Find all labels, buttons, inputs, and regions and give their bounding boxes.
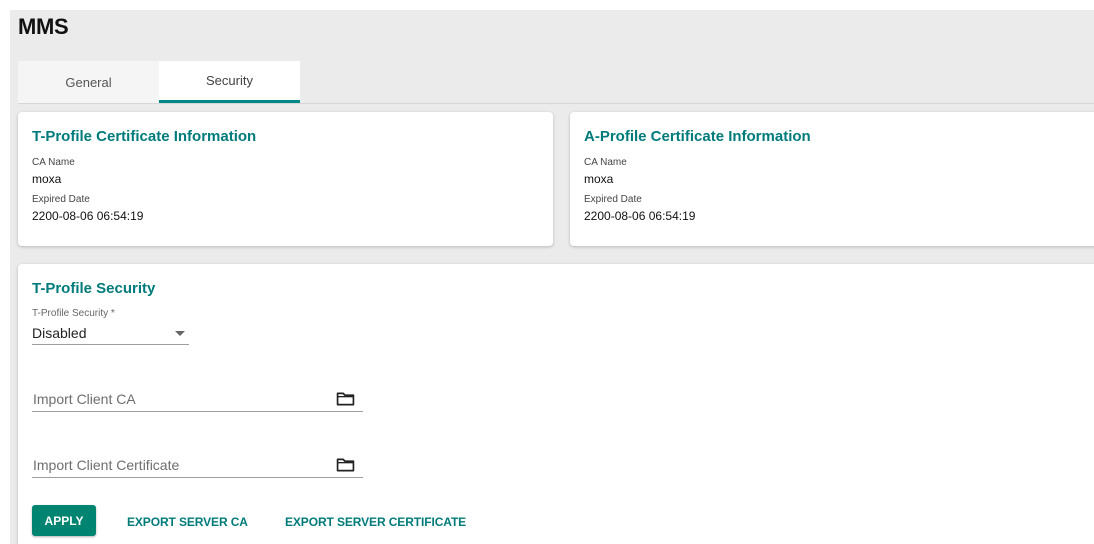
t-profile-ca-name-value: moxa — [32, 172, 62, 186]
export-server-certificate-button[interactable]: EXPORT SERVER CERTIFICATE — [285, 515, 466, 529]
t-profile-ca-name-label: CA Name — [32, 157, 75, 168]
tab-general[interactable]: General — [18, 61, 159, 103]
t-profile-security-title: T-Profile Security — [32, 280, 156, 297]
tab-security[interactable]: Security — [159, 61, 300, 103]
t-profile-expired-label: Expired Date — [32, 194, 90, 205]
t-profile-security-field-label: T-Profile Security * — [32, 308, 115, 319]
folder-icon[interactable] — [336, 392, 355, 406]
t-profile-cert-card: T-Profile Certificate Information CA Nam… — [18, 112, 553, 246]
folder-icon[interactable] — [336, 458, 355, 472]
a-profile-ca-name-value: moxa — [584, 172, 614, 186]
export-server-ca-button[interactable]: EXPORT SERVER CA — [127, 515, 248, 529]
t-profile-expired-value: 2200-08-06 06:54:19 — [32, 209, 144, 223]
a-profile-cert-title: A-Profile Certificate Information — [584, 128, 811, 145]
page-title: MMS — [18, 14, 69, 39]
a-profile-ca-name-label: CA Name — [584, 157, 627, 168]
t-profile-cert-title: T-Profile Certificate Information — [32, 128, 257, 145]
import-client-ca-placeholder: Import Client CA — [33, 391, 136, 407]
tabs-divider — [18, 103, 1094, 104]
import-client-certificate-field[interactable]: Import Client Certificate — [32, 453, 363, 478]
a-profile-cert-card: A-Profile Certificate Information CA Nam… — [570, 112, 1094, 246]
apply-button[interactable]: APPLY — [32, 505, 96, 536]
t-profile-security-select[interactable]: Disabled — [32, 322, 189, 345]
caret-down-icon — [175, 331, 185, 336]
a-profile-expired-value: 2200-08-06 06:54:19 — [584, 209, 696, 223]
import-client-ca-field[interactable]: Import Client CA — [32, 387, 363, 412]
import-client-certificate-placeholder: Import Client Certificate — [33, 457, 180, 473]
page-content: MMS General Security T-Profile Certifica… — [10, 10, 1094, 544]
tab-bar: General Security — [18, 61, 300, 103]
t-profile-security-value: Disabled — [32, 325, 87, 341]
a-profile-expired-label: Expired Date — [584, 194, 642, 205]
